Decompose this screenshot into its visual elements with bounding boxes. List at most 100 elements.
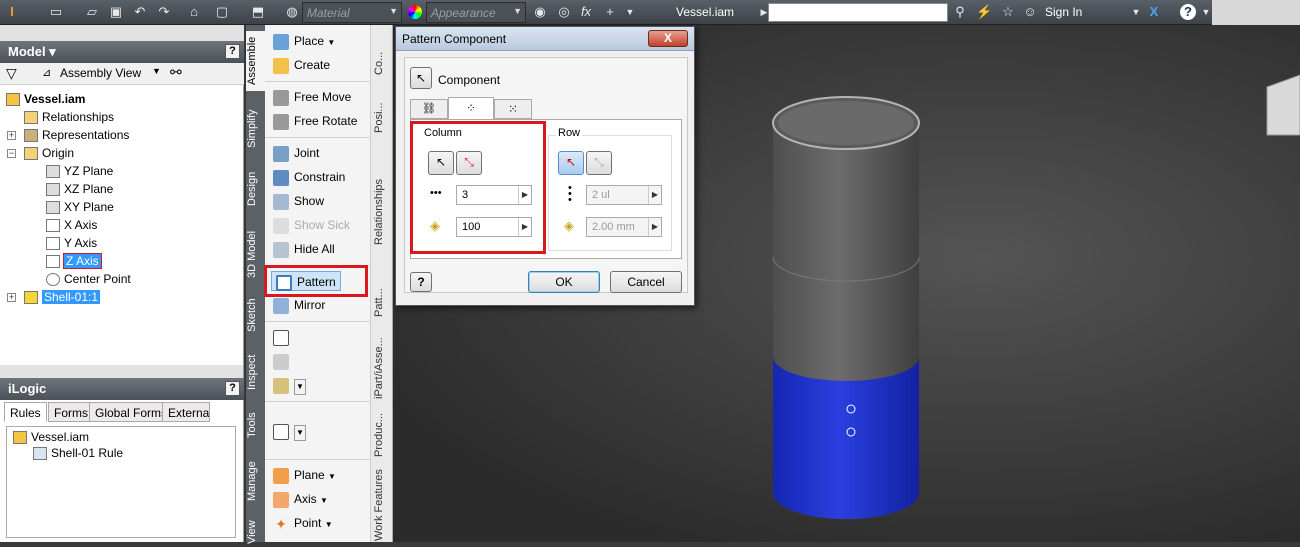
mirror-button[interactable]: Mirror — [273, 295, 325, 315]
hide-all-button[interactable]: Hide All — [273, 239, 335, 259]
point-button[interactable]: ✦ Point ▼ — [273, 513, 333, 533]
show-sick-button[interactable]: Show Sick — [273, 215, 350, 235]
panel-label-productivity[interactable]: Produc... — [373, 405, 391, 457]
row-direction-button[interactable]: ↖ — [558, 151, 584, 175]
tab-rules[interactable]: Rules — [4, 402, 47, 422]
star-icon[interactable]: ☆ — [1000, 4, 1016, 20]
tree-item-center-point[interactable]: Center Point — [46, 271, 131, 287]
tab-rectangular[interactable]: ⁘ — [448, 97, 494, 119]
panel-label-relationships[interactable]: Relationships — [373, 159, 391, 245]
help-button[interactable]: ? — [410, 272, 432, 292]
update-icon[interactable]: ⬒ — [250, 4, 266, 20]
tree-item-origin[interactable]: Origin — [24, 145, 74, 161]
tab-external[interactable]: Externa — [162, 402, 210, 422]
help-search-input[interactable] — [768, 3, 948, 22]
table-button[interactable] — [273, 351, 294, 371]
home-icon[interactable]: ⌂ — [186, 4, 202, 20]
tree-item-y-axis[interactable]: Y Axis — [46, 235, 97, 251]
new-icon[interactable]: ▭ — [48, 4, 64, 20]
constrain-button[interactable]: Constrain — [273, 167, 345, 187]
tree-item-relationships[interactable]: Relationships — [24, 109, 114, 125]
adjust-icon[interactable]: ◉ — [532, 4, 548, 20]
assembly-view-dropdown[interactable]: Assembly View — [60, 66, 141, 80]
binoculars-icon[interactable]: ⚲ — [952, 4, 968, 20]
app-logo-icon[interactable]: I — [4, 4, 20, 20]
edit-table-button[interactable]: ▼ — [273, 375, 306, 395]
collapse-icon[interactable]: − — [7, 149, 16, 158]
tab-assemble[interactable]: Assemble — [246, 31, 266, 91]
tree-item-z-axis[interactable]: Z Axis — [46, 253, 102, 269]
material-combo[interactable]: Material ▼ — [302, 2, 402, 23]
panel-label-work-features[interactable]: Work Features — [373, 467, 391, 541]
expand-icon[interactable]: + — [7, 131, 16, 140]
ok-button[interactable]: OK — [528, 271, 600, 293]
tab-design[interactable]: Design — [246, 165, 266, 213]
filter-icon[interactable]: ▽ — [6, 65, 17, 82]
tab-simplify[interactable]: Simplify — [246, 101, 266, 157]
help-icon[interactable]: ? — [1180, 4, 1196, 20]
show-button[interactable]: Show — [273, 191, 324, 211]
create-button[interactable]: Create — [273, 55, 330, 75]
redo-icon[interactable]: ↷ — [156, 4, 172, 20]
tree-item-representations[interactable]: Representations — [24, 127, 129, 143]
cancel-button[interactable]: Cancel — [610, 271, 682, 293]
fx-icon[interactable]: fx — [578, 4, 594, 20]
tab-3d-model[interactable]: 3D Model — [246, 221, 266, 287]
spin-icon[interactable]: ▶ — [648, 218, 661, 236]
tree-root[interactable]: Vessel.iam — [6, 91, 85, 107]
joint-button[interactable]: Joint — [273, 143, 319, 163]
material-icon[interactable]: ◍ — [284, 4, 300, 20]
free-move-button[interactable]: Free Move — [273, 87, 351, 107]
panel-label-ipart[interactable]: iPart/iAsse... — [373, 327, 391, 399]
tab-tools[interactable]: Tools — [246, 407, 266, 443]
tab-inspect[interactable]: Inspect — [246, 347, 266, 397]
tree-item-yz-plane[interactable]: YZ Plane — [46, 163, 113, 179]
row-spacing-input[interactable]: 2.00 mm ▶ — [586, 217, 662, 237]
customize-icon[interactable]: ▼ — [622, 4, 638, 20]
panel-label-pattern[interactable]: Patt... — [373, 275, 391, 317]
viewcube-icon[interactable] — [1266, 74, 1300, 136]
ipart-button[interactable] — [273, 327, 294, 347]
find-icon[interactable]: ⚯ — [170, 64, 182, 81]
component-select-button[interactable]: ↖ — [410, 67, 432, 89]
tab-forms[interactable]: Forms — [48, 402, 94, 422]
user-icon[interactable]: ☺ — [1022, 4, 1038, 20]
tab-circular[interactable]: ⁙ — [494, 99, 532, 119]
help-icon[interactable]: ? — [225, 381, 240, 396]
sign-in-link[interactable]: Sign In — [1045, 5, 1082, 19]
plane-button[interactable]: Plane ▼ — [273, 465, 336, 485]
panel-label-position[interactable]: Posi... — [373, 87, 391, 133]
panel-label-component[interactable]: Co... — [373, 31, 391, 75]
save-icon[interactable]: ▣ — [108, 4, 124, 20]
shell-selected-blue[interactable] — [773, 357, 919, 519]
tree-item-x-axis[interactable]: X Axis — [46, 217, 97, 233]
view-dropdown-icon[interactable]: ▼ — [152, 66, 161, 76]
signin-dropdown-icon[interactable]: ▼ — [1128, 4, 1144, 20]
undo-icon[interactable]: ↶ — [132, 4, 148, 20]
appearance-combo[interactable]: Appearance ▼ — [426, 2, 526, 23]
tab-manage[interactable]: Manage — [246, 455, 266, 507]
rules-root[interactable]: Vessel.iam — [13, 429, 89, 445]
row-flip-button[interactable]: ⤡ — [586, 151, 612, 175]
select-icon[interactable]: ▢ — [214, 4, 230, 20]
add-icon[interactable]: + — [602, 4, 618, 20]
row-count-input[interactable]: 2 ul ▶ — [586, 185, 662, 205]
open-icon[interactable]: ▱ — [84, 4, 100, 20]
appearance-icon[interactable] — [408, 5, 422, 19]
free-rotate-button[interactable]: Free Rotate — [273, 111, 357, 131]
tree-item-xz-plane[interactable]: XZ Plane — [46, 181, 113, 197]
tab-global-forms[interactable]: Global Forms — [89, 402, 174, 422]
close-button[interactable]: X — [648, 30, 688, 47]
spin-icon[interactable]: ▶ — [648, 186, 661, 204]
clear-icon[interactable]: ◎ — [556, 4, 572, 20]
productivity-button[interactable]: ▼ — [273, 421, 306, 441]
subscription-icon[interactable]: ⚡ — [976, 4, 992, 20]
exchange-icon[interactable]: X — [1146, 4, 1162, 20]
tab-associative[interactable]: ⛓ — [410, 99, 448, 119]
tree-item-xy-plane[interactable]: XY Plane — [46, 199, 114, 215]
expand-icon[interactable]: + — [7, 293, 16, 302]
assembly-view-icon[interactable]: ⊿ — [42, 66, 51, 79]
tree-item-shell[interactable]: Shell-01:1 — [24, 289, 101, 305]
rule-item[interactable]: Shell-01 Rule — [33, 445, 123, 461]
tab-sketch[interactable]: Sketch — [246, 293, 266, 337]
